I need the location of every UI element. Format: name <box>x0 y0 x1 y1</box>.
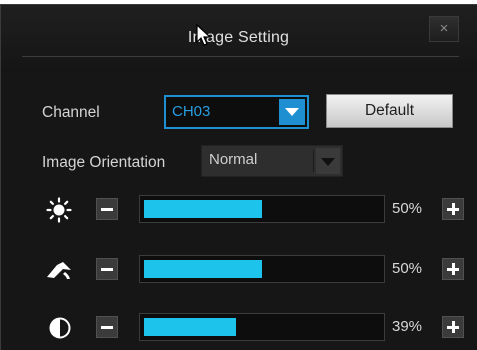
top-edge <box>0 0 477 4</box>
brightness-value: 50% <box>392 200 423 217</box>
chevron-down-icon[interactable] <box>277 99 305 125</box>
color-increase-button[interactable] <box>442 258 464 280</box>
color-slider[interactable] <box>139 255 385 283</box>
channel-value: CH03 <box>172 103 211 120</box>
contrast-increase-button[interactable] <box>442 316 464 338</box>
mouse-cursor-icon <box>196 24 212 46</box>
orientation-value: Normal <box>209 151 258 168</box>
color-decrease-button[interactable] <box>96 258 118 280</box>
sun-icon <box>46 197 72 223</box>
image-orientation-label: Image Orientation <box>42 154 166 171</box>
channel-select[interactable]: CH03 <box>164 95 309 129</box>
color-value: 50% <box>392 260 423 277</box>
channel-label: Channel <box>42 104 100 121</box>
contrast-slider-fill <box>144 318 236 336</box>
default-button[interactable]: Default <box>326 94 453 128</box>
brightness-slider-fill <box>144 200 262 218</box>
chevron-down-icon[interactable] <box>313 148 340 174</box>
title-divider <box>22 56 459 57</box>
contrast-slider[interactable] <box>139 313 385 341</box>
image-setting-dialog: Image Setting × Channel CH03 Default Ima… <box>0 0 477 350</box>
brightness-decrease-button[interactable] <box>96 198 118 220</box>
contrast-icon <box>49 317 71 339</box>
close-button[interactable]: × <box>429 16 459 42</box>
dialog-title: Image Setting <box>187 29 290 46</box>
color-slider-fill <box>144 260 262 278</box>
brightness-slider[interactable] <box>139 195 385 223</box>
contrast-value: 39% <box>392 318 423 335</box>
contrast-decrease-button[interactable] <box>96 316 118 338</box>
paint-bucket-icon <box>47 262 71 279</box>
brightness-increase-button[interactable] <box>442 198 464 220</box>
orientation-select[interactable]: Normal <box>201 145 343 177</box>
